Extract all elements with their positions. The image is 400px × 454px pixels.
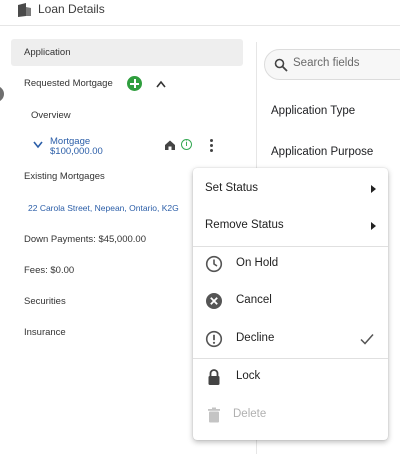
add-mortgage-icon[interactable] xyxy=(127,76,142,91)
sidebar-item-application-label: Application xyxy=(24,47,71,58)
menu-item-set-status[interactable]: Set Status xyxy=(193,171,388,207)
submenu-arrow-icon xyxy=(371,222,376,230)
page-title: Loan Details xyxy=(38,2,105,16)
clock-icon xyxy=(205,255,223,273)
house-icon xyxy=(165,140,175,150)
menu-item-decline[interactable]: Decline xyxy=(193,321,388,357)
sidebar-item-fees[interactable]: Fees: $0.00 xyxy=(24,265,74,276)
chevron-down-icon[interactable] xyxy=(33,141,43,149)
menu-item-lock[interactable]: Lock xyxy=(193,359,388,395)
sidebar-item-overview[interactable]: Overview xyxy=(31,110,71,121)
field-application-type: Application Type xyxy=(271,105,356,117)
on-hold-label: On Hold xyxy=(236,257,279,269)
sidebar-item-down-payments[interactable]: Down Payments: $45,000.00 xyxy=(24,234,146,245)
set-status-label: Set Status xyxy=(205,182,259,194)
menu-item-delete: Delete xyxy=(193,397,388,433)
cancel-label: Cancel xyxy=(236,294,272,306)
lock-label: Lock xyxy=(236,370,261,382)
sidebar-item-existing-mortgages[interactable]: Existing Mortgages xyxy=(24,171,105,182)
remove-status-label: Remove Status xyxy=(205,219,284,231)
lock-icon xyxy=(208,369,220,385)
alert-circle-icon xyxy=(205,330,223,348)
menu-item-on-hold[interactable]: On Hold xyxy=(193,246,388,282)
mortgage-amount: $100,000.00 xyxy=(50,146,103,157)
checkmark-icon xyxy=(360,334,374,345)
info-icon[interactable]: i xyxy=(181,139,192,150)
top-bar: Loan Details xyxy=(0,0,400,26)
menu-item-remove-status[interactable]: Remove Status xyxy=(193,208,388,244)
loan-logo-icon xyxy=(18,3,31,17)
menu-item-cancel[interactable]: Cancel xyxy=(193,283,388,319)
sidebar-item-address[interactable]: 22 Carola Street, Nepean, Ontario, K2G xyxy=(28,203,179,213)
sidebar-item-insurance[interactable]: Insurance xyxy=(24,327,66,338)
decline-label: Decline xyxy=(236,332,275,344)
chevron-up-icon[interactable] xyxy=(156,80,166,88)
context-menu: Set Status Remove Status On Hold Cancel … xyxy=(193,168,388,440)
field-application-purpose: Application Purpose xyxy=(271,146,374,158)
search-icon xyxy=(274,58,288,72)
sidebar-item-requested-mortgage[interactable]: Requested Mortgage xyxy=(24,78,113,89)
search-field[interactable] xyxy=(264,49,400,80)
sidebar-item-securities[interactable]: Securities xyxy=(24,296,66,307)
more-options-icon[interactable] xyxy=(208,138,214,154)
delete-label: Delete xyxy=(233,408,267,420)
submenu-arrow-icon xyxy=(371,185,376,193)
cancel-circle-icon xyxy=(206,293,222,309)
trash-icon xyxy=(208,407,220,423)
search-input[interactable] xyxy=(293,57,400,69)
